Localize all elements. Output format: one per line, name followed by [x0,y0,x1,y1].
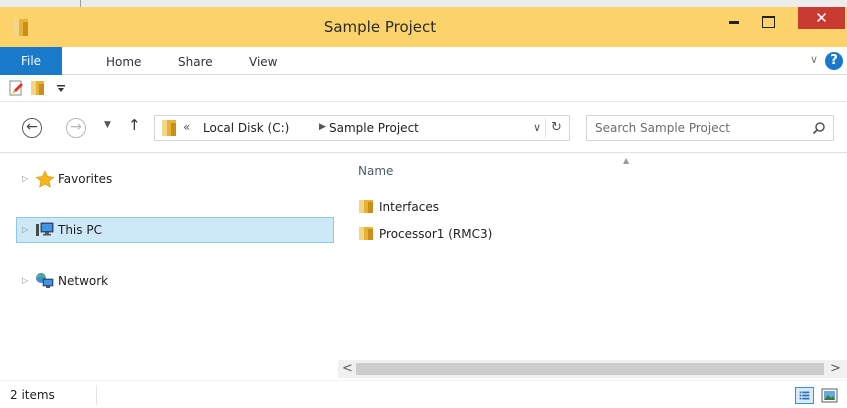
item-count: 2 items [10,388,55,402]
address-divider [545,118,546,138]
back-button[interactable]: ← [22,118,42,138]
address-bar[interactable]: « Local Disk (C:) ▶ Sample Project ∨ ↻ [154,115,570,141]
expand-arrow-icon[interactable]: ▷ [22,174,28,183]
file-name: Processor1 (RMC3) [379,227,493,241]
address-dropdown-icon[interactable]: ∨ [533,121,541,134]
up-arrow-icon[interactable]: ↑ [128,116,141,134]
maximize-button[interactable] [751,7,783,37]
status-divider [96,385,97,405]
customize-dropdown-icon[interactable] [56,82,66,94]
tab-home[interactable]: Home [106,47,141,75]
minimize-button[interactable] [720,7,750,37]
close-icon: ✕ [815,9,828,27]
nav-item-favorites[interactable]: ▷ Favorites [16,166,334,192]
expand-arrow-icon[interactable]: ▷ [22,225,28,234]
tab-view[interactable]: View [249,47,277,75]
expand-arrow-icon[interactable]: ▷ [22,276,28,285]
search-icon[interactable] [812,121,826,135]
folder-icon [359,227,373,240]
network-icon [36,273,54,288]
status-bar: 2 items [0,380,847,408]
nav-label: Network [58,274,109,288]
quick-access-toolbar [0,76,847,102]
list-item[interactable]: Processor1 (RMC3) [358,224,658,244]
forward-button[interactable]: → [66,118,86,138]
tab-file[interactable]: File [0,47,62,75]
navigation-pane: ▷ Favorites ▷ This PC ▷ Network [0,154,338,380]
star-icon [35,170,55,188]
expand-ribbon-icon[interactable]: ∨ [810,53,822,66]
breadcrumb-sample-project[interactable]: Sample Project [329,121,419,135]
large-icons-view-icon[interactable] [820,387,839,404]
search-box[interactable] [586,115,834,141]
refresh-icon[interactable]: ↻ [551,120,562,135]
column-header-name[interactable]: Name [358,164,393,178]
details-view-icon[interactable] [795,387,814,404]
breadcrumb-local-disk[interactable]: Local Disk (C:) [203,121,289,135]
properties-icon[interactable] [8,80,24,96]
folder-icon [359,200,373,213]
nav-label: Favorites [58,172,113,186]
folder-icon [162,120,176,136]
window-title: Sample Project [323,18,437,36]
help-icon[interactable]: ? [825,52,843,70]
breadcrumb-separator-icon[interactable]: ▶ [319,122,326,132]
scroll-left-icon[interactable]: < [342,361,353,376]
nav-label: This PC [58,223,102,237]
window-top-edge [0,0,847,7]
ribbon-tab-bar: File Home Share View ∨ ? [0,47,847,75]
title-bar[interactable]: Sample Project ✕ [0,7,847,47]
file-list: ▲ Name Interfaces Processor1 (RMC3) [338,154,847,380]
new-folder-icon[interactable] [30,80,46,96]
sort-ascending-icon: ▲ [623,156,630,165]
search-input[interactable] [595,120,795,136]
file-name: Interfaces [379,200,439,214]
tab-share[interactable]: Share [178,47,213,75]
nav-item-network[interactable]: ▷ Network [16,268,334,294]
close-button[interactable]: ✕ [798,7,845,29]
scroll-thumb[interactable] [356,363,824,375]
list-item[interactable]: Interfaces [358,197,658,217]
horizontal-scrollbar[interactable]: < > [338,360,847,378]
forward-arrow-icon: → [70,119,82,135]
breadcrumb-overflow-icon[interactable]: « [183,120,190,134]
nav-item-this-pc[interactable]: ▷ This PC [16,217,334,243]
recent-locations-icon[interactable]: ▼ [104,120,111,130]
computer-icon [36,222,54,236]
back-arrow-icon: ← [26,119,38,135]
scroll-right-icon[interactable]: > [830,361,841,376]
address-row: ← → ▼ ↑ « Local Disk (C:) ▶ Sample Proje… [0,103,847,153]
